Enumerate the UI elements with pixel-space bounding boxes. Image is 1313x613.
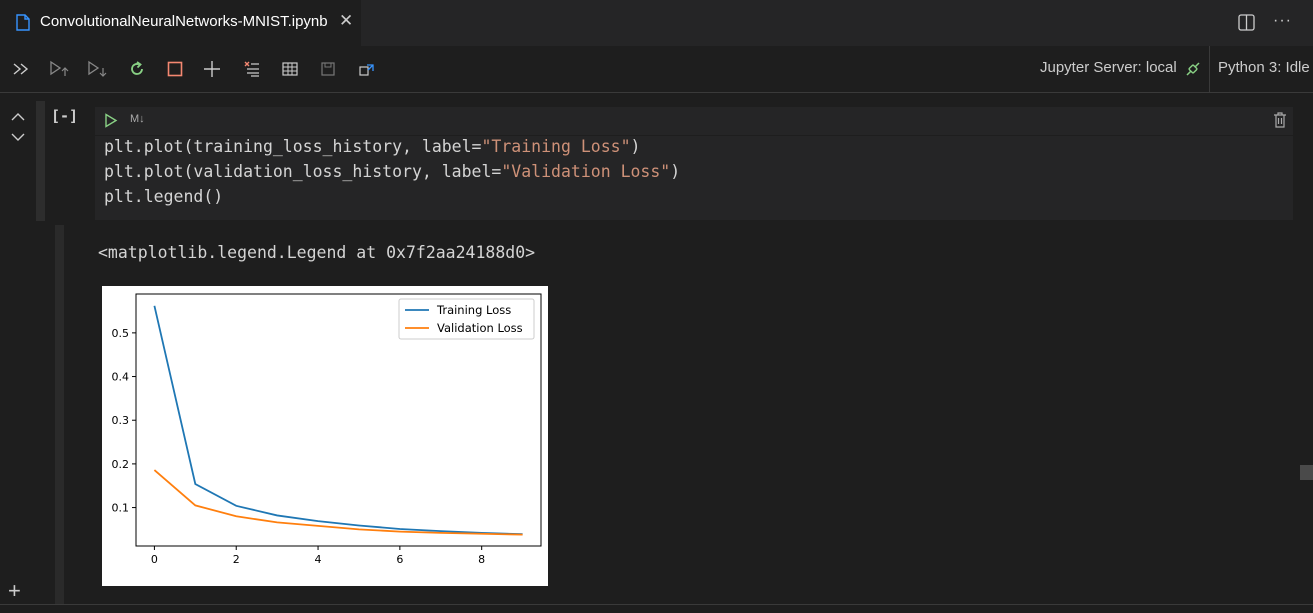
run-all-icon[interactable]	[10, 57, 34, 81]
restart-kernel-icon[interactable]	[125, 57, 149, 81]
legend-label: Validation Loss	[437, 321, 523, 335]
y-tick-label: 0.2	[112, 458, 130, 471]
toolbar-divider	[1209, 46, 1210, 92]
x-tick-label: 0	[151, 553, 158, 566]
execution-count: [-]	[51, 107, 79, 125]
clear-outputs-icon[interactable]	[240, 57, 264, 81]
legend-label: Training Loss	[436, 303, 511, 317]
cell-toolbar: M↓	[95, 107, 1293, 135]
export-icon[interactable]	[355, 57, 379, 81]
y-tick-label: 0.3	[112, 414, 130, 427]
tab-title: ConvolutionalNeuralNetworks-MNIST.ipynb	[40, 13, 328, 30]
kernel-status[interactable]: Python 3: Idle	[1218, 59, 1310, 76]
loss-chart: 0 2 4 6 8 0.1 0.2 0.3 0.4 0.5 Training Loss Validat…	[112, 293, 542, 566]
file-icon	[16, 14, 30, 31]
y-tick-label: 0.4	[112, 371, 130, 384]
code-line: plt.plot(validation_loss_history, label=…	[104, 162, 681, 181]
output-gutter	[55, 225, 64, 605]
cell-selection-bar	[36, 101, 45, 221]
y-tick-label: 0.5	[112, 327, 130, 340]
panel-border	[0, 604, 1313, 605]
editor-tab[interactable]: ConvolutionalNeuralNetworks-MNIST.ipynb …	[0, 0, 361, 46]
run-below-icon[interactable]	[86, 57, 110, 81]
x-tick-label: 4	[315, 553, 322, 566]
scrollbar-thumb[interactable]	[1300, 465, 1313, 480]
move-cell-up-icon[interactable]	[10, 111, 26, 123]
notebook-content: [-] M↓ plt.plot(training_loss_history, l…	[0, 93, 1313, 613]
run-above-icon[interactable]	[48, 57, 72, 81]
close-icon[interactable]: ✕	[339, 12, 353, 30]
x-tick-label: 2	[233, 553, 240, 566]
delete-cell-icon[interactable]	[1273, 112, 1287, 128]
add-cell-icon[interactable]: +	[8, 580, 21, 602]
move-cell-down-icon[interactable]	[10, 131, 26, 143]
tab-bar: ConvolutionalNeuralNetworks-MNIST.ipynb …	[0, 0, 1313, 46]
notebook-toolbar: Jupyter Server: local Python 3: Idle	[0, 46, 1313, 93]
more-actions-icon[interactable]: ···	[1273, 12, 1292, 30]
variables-icon[interactable]	[278, 57, 302, 81]
run-cell-icon[interactable]	[104, 113, 118, 128]
y-tick-label: 0.1	[112, 502, 130, 515]
add-cell-icon[interactable]	[200, 57, 224, 81]
x-tick-label: 6	[396, 553, 403, 566]
jupyter-server-status[interactable]: Jupyter Server: local	[1040, 59, 1177, 76]
interrupt-kernel-icon[interactable]	[163, 57, 187, 81]
plot-image: 0 2 4 6 8 0.1 0.2 0.3 0.4 0.5 Training Loss Validat…	[102, 286, 548, 586]
connected-plug-icon[interactable]	[1184, 60, 1202, 78]
output-text: <matplotlib.legend.Legend at 0x7f2aa2418…	[98, 243, 536, 262]
x-tick-label: 8	[478, 553, 485, 566]
change-cell-type-button[interactable]: M↓	[130, 113, 145, 125]
code-editor[interactable]: plt.plot(training_loss_history, label="T…	[95, 136, 1293, 220]
code-line: plt.legend()	[104, 187, 224, 206]
save-icon[interactable]	[316, 57, 340, 81]
split-editor-icon[interactable]	[1238, 14, 1255, 31]
code-line: plt.plot(training_loss_history, label="T…	[104, 137, 641, 156]
